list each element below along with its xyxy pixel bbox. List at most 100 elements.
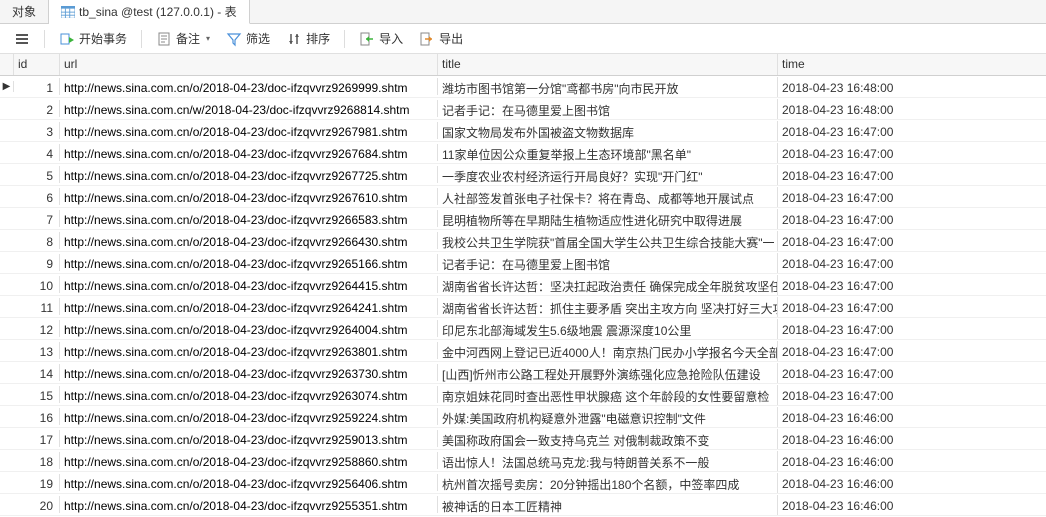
column-header-title[interactable]: title [438, 54, 778, 75]
cell-url[interactable]: http://news.sina.com.cn/o/2018-04-23/doc… [60, 452, 438, 469]
cell-url[interactable]: http://news.sina.com.cn/o/2018-04-23/doc… [60, 210, 438, 227]
table-row[interactable]: 16http://news.sina.com.cn/o/2018-04-23/d… [0, 406, 1046, 428]
cell-url[interactable]: http://news.sina.com.cn/o/2018-04-23/doc… [60, 496, 438, 513]
cell-id[interactable]: 5 [14, 166, 60, 183]
cell-time[interactable]: 2018-04-23 16:48:00 [778, 100, 1046, 117]
cell-url[interactable]: http://news.sina.com.cn/o/2018-04-23/doc… [60, 386, 438, 403]
cell-id[interactable]: 13 [14, 342, 60, 359]
cell-id[interactable]: 11 [14, 298, 60, 315]
table-row[interactable]: 3http://news.sina.com.cn/o/2018-04-23/do… [0, 120, 1046, 142]
cell-time[interactable]: 2018-04-23 16:47:00 [778, 320, 1046, 337]
table-row[interactable]: 15http://news.sina.com.cn/o/2018-04-23/d… [0, 384, 1046, 406]
cell-url[interactable]: http://news.sina.com.cn/w/2018-04-23/doc… [60, 100, 438, 117]
cell-title[interactable]: 湖南省省长许达哲：抓住主要矛盾 突出主攻方向 坚决打好三大攻 [438, 297, 778, 317]
cell-url[interactable]: http://news.sina.com.cn/o/2018-04-23/doc… [60, 232, 438, 249]
cell-time[interactable]: 2018-04-23 16:47:00 [778, 144, 1046, 161]
cell-id[interactable]: 20 [14, 496, 60, 513]
cell-id[interactable]: 9 [14, 254, 60, 271]
cell-time[interactable]: 2018-04-23 16:47:00 [778, 210, 1046, 227]
cell-id[interactable]: 16 [14, 408, 60, 425]
table-row[interactable]: 17http://news.sina.com.cn/o/2018-04-23/d… [0, 428, 1046, 450]
cell-time[interactable]: 2018-04-23 16:47:00 [778, 254, 1046, 271]
sort-button[interactable]: 排序 [280, 28, 336, 49]
cell-url[interactable]: http://news.sina.com.cn/o/2018-04-23/doc… [60, 254, 438, 271]
cell-title[interactable]: 国家文物局发布外国被盗文物数据库 [438, 121, 778, 141]
cell-url[interactable]: http://news.sina.com.cn/o/2018-04-23/doc… [60, 364, 438, 381]
table-row[interactable]: 13http://news.sina.com.cn/o/2018-04-23/d… [0, 340, 1046, 362]
cell-url[interactable]: http://news.sina.com.cn/o/2018-04-23/doc… [60, 408, 438, 425]
tab-object[interactable]: 对象 [0, 0, 49, 23]
cell-time[interactable]: 2018-04-23 16:47:00 [778, 166, 1046, 183]
column-header-url[interactable]: url [60, 54, 438, 75]
cell-time[interactable]: 2018-04-23 16:48:00 [778, 78, 1046, 95]
tab-table[interactable]: tb_sina @test (127.0.0.1) - 表 [49, 0, 250, 24]
cell-title[interactable]: 语出惊人！法国总统马克龙:我与特朗普关系不一般 [438, 451, 778, 471]
cell-time[interactable]: 2018-04-23 16:47:00 [778, 342, 1046, 359]
cell-id[interactable]: 18 [14, 452, 60, 469]
cell-url[interactable]: http://news.sina.com.cn/o/2018-04-23/doc… [60, 144, 438, 161]
cell-time[interactable]: 2018-04-23 16:46:00 [778, 474, 1046, 491]
cell-title[interactable]: 一季度农业农村经济运行开局良好？实现"开门红" [438, 165, 778, 185]
cell-title[interactable]: 金中河西网上登记已近4000人！南京热门民办小学报名今天全部 [438, 341, 778, 361]
table-row[interactable]: 7http://news.sina.com.cn/o/2018-04-23/do… [0, 208, 1046, 230]
cell-id[interactable]: 19 [14, 474, 60, 491]
table-row[interactable]: 11http://news.sina.com.cn/o/2018-04-23/d… [0, 296, 1046, 318]
export-button[interactable]: 导出 [413, 28, 469, 49]
cell-id[interactable]: 12 [14, 320, 60, 337]
cell-title[interactable]: 记者手记：在马德里爱上图书馆 [438, 99, 778, 119]
cell-title[interactable]: 美国称政府国会一致支持乌克兰 对俄制裁政策不变 [438, 429, 778, 449]
cell-id[interactable]: 2 [14, 100, 60, 117]
cell-id[interactable]: 6 [14, 188, 60, 205]
menu-button[interactable] [8, 29, 36, 49]
table-row[interactable]: 4http://news.sina.com.cn/o/2018-04-23/do… [0, 142, 1046, 164]
cell-id[interactable]: 8 [14, 232, 60, 249]
cell-id[interactable]: 17 [14, 430, 60, 447]
memo-button[interactable]: 备注 ▾ [150, 28, 216, 49]
cell-title[interactable]: 被神话的日本工匠精神 [438, 495, 778, 515]
cell-url[interactable]: http://news.sina.com.cn/o/2018-04-23/doc… [60, 188, 438, 205]
cell-id[interactable]: 1 [14, 78, 60, 95]
cell-url[interactable]: http://news.sina.com.cn/o/2018-04-23/doc… [60, 320, 438, 337]
cell-url[interactable]: http://news.sina.com.cn/o/2018-04-23/doc… [60, 276, 438, 293]
cell-title[interactable]: [山西]忻州市公路工程处开展野外演练强化应急抢险队伍建设 [438, 363, 778, 383]
cell-time[interactable]: 2018-04-23 16:46:00 [778, 430, 1046, 447]
cell-title[interactable]: 11家单位因公众重复举报上生态环境部"黑名单" [438, 143, 778, 163]
cell-id[interactable]: 14 [14, 364, 60, 381]
table-row[interactable]: 20http://news.sina.com.cn/o/2018-04-23/d… [0, 494, 1046, 516]
filter-button[interactable]: 筛选 [220, 28, 276, 49]
cell-url[interactable]: http://news.sina.com.cn/o/2018-04-23/doc… [60, 298, 438, 315]
table-row[interactable]: 5http://news.sina.com.cn/o/2018-04-23/do… [0, 164, 1046, 186]
cell-time[interactable]: 2018-04-23 16:47:00 [778, 232, 1046, 249]
cell-title[interactable]: 记者手记：在马德里爱上图书馆 [438, 253, 778, 273]
cell-id[interactable]: 4 [14, 144, 60, 161]
cell-url[interactable]: http://news.sina.com.cn/o/2018-04-23/doc… [60, 430, 438, 447]
cell-time[interactable]: 2018-04-23 16:47:00 [778, 364, 1046, 381]
table-row[interactable]: 14http://news.sina.com.cn/o/2018-04-23/d… [0, 362, 1046, 384]
cell-title[interactable]: 我校公共卫生学院获"首届全国大学生公共卫生综合技能大赛"一 [438, 231, 778, 251]
table-row[interactable]: ▶1http://news.sina.com.cn/o/2018-04-23/d… [0, 76, 1046, 98]
cell-url[interactable]: http://news.sina.com.cn/o/2018-04-23/doc… [60, 122, 438, 139]
cell-id[interactable]: 10 [14, 276, 60, 293]
cell-id[interactable]: 3 [14, 122, 60, 139]
table-row[interactable]: 2http://news.sina.com.cn/w/2018-04-23/do… [0, 98, 1046, 120]
cell-time[interactable]: 2018-04-23 16:47:00 [778, 188, 1046, 205]
table-row[interactable]: 6http://news.sina.com.cn/o/2018-04-23/do… [0, 186, 1046, 208]
column-header-id[interactable]: id [14, 54, 60, 75]
cell-id[interactable]: 7 [14, 210, 60, 227]
column-header-time[interactable]: time [778, 54, 1046, 75]
table-row[interactable]: 19http://news.sina.com.cn/o/2018-04-23/d… [0, 472, 1046, 494]
cell-time[interactable]: 2018-04-23 16:46:00 [778, 496, 1046, 513]
cell-title[interactable]: 湖南省省长许达哲：坚决扛起政治责任 确保完成全年脱贫攻坚任 [438, 275, 778, 295]
cell-title[interactable]: 人社部签发首张电子社保卡？将在青岛、成都等地开展试点 [438, 187, 778, 207]
table-row[interactable]: 10http://news.sina.com.cn/o/2018-04-23/d… [0, 274, 1046, 296]
cell-title[interactable]: 昆明植物所等在早期陆生植物适应性进化研究中取得进展 [438, 209, 778, 229]
cell-time[interactable]: 2018-04-23 16:47:00 [778, 386, 1046, 403]
cell-title[interactable]: 潍坊市图书馆第一分馆"鸢都书房"向市民开放 [438, 77, 778, 97]
cell-time[interactable]: 2018-04-23 16:46:00 [778, 408, 1046, 425]
cell-time[interactable]: 2018-04-23 16:46:00 [778, 452, 1046, 469]
cell-id[interactable]: 15 [14, 386, 60, 403]
cell-time[interactable]: 2018-04-23 16:47:00 [778, 298, 1046, 315]
cell-title[interactable]: 南京姐妹花同时查出恶性甲状腺癌 这个年龄段的女性要留意检 [438, 385, 778, 405]
import-button[interactable]: 导入 [353, 28, 409, 49]
cell-title[interactable]: 外媒:美国政府机构疑意外泄露"电磁意识控制"文件 [438, 407, 778, 427]
